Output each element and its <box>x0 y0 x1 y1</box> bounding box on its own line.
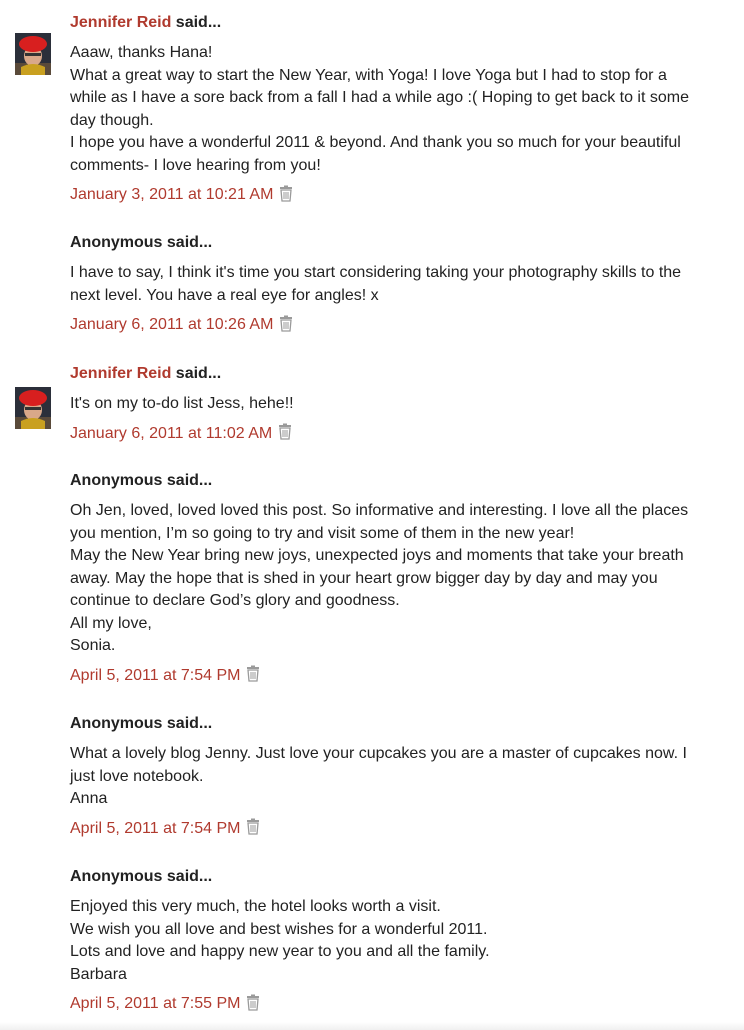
author-name: Anonymous <box>70 868 163 885</box>
comment-meta: January 6, 2011 at 11:02 AM <box>70 423 710 444</box>
comment-line: Oh Jen, loved, loved loved this post. So… <box>70 502 689 519</box>
comment-line: We wish you all love and best wishes for… <box>70 920 488 938</box>
comment-line: just love notebook. <box>70 767 204 785</box>
author-link[interactable]: Jennifer Reid <box>70 14 171 31</box>
page-bottom-edge <box>0 1022 744 1030</box>
comment-line: It's on my to-do list Jess, hehe!! <box>70 395 294 412</box>
comment-line: while as I have a sore back from a fall … <box>70 89 689 106</box>
comment-body: What a lovely blog Jenny. Just love your… <box>70 743 710 811</box>
comment-line: Enjoyed this very much, the hotel looks … <box>70 898 441 915</box>
comment-author-line: Anonymous said... <box>70 471 710 491</box>
comment-timestamp-link[interactable]: April 5, 2011 at 7:54 PM <box>70 666 240 686</box>
comment-line: All my love, <box>70 614 152 632</box>
comment: Anonymous said... What a lovely blog Jen… <box>70 714 710 839</box>
comment-author-line: Jennifer Reid said... <box>70 13 710 33</box>
comment-author-line: Anonymous said... <box>70 233 710 253</box>
comment-line: What a great way to start the New Year, … <box>70 66 667 84</box>
said-label: said... <box>162 472 213 489</box>
comment-author-line: Anonymous said... <box>70 714 710 734</box>
comment-line: What a lovely blog Jenny. Just love your… <box>70 745 687 762</box>
trash-icon[interactable] <box>245 818 261 835</box>
author-name: Anonymous <box>70 472 163 489</box>
said-label: said... <box>162 868 213 885</box>
avatar[interactable] <box>15 387 51 429</box>
comment-body: Enjoyed this very much, the hotel looks … <box>70 896 710 986</box>
avatar-image <box>15 33 51 75</box>
author-name: Anonymous <box>70 234 163 251</box>
comment-line: continue to declare God’s glory and good… <box>70 592 400 609</box>
comment: Anonymous said... Oh Jen, loved, loved l… <box>70 471 710 686</box>
comment-line: next level. You have a real eye for angl… <box>70 286 379 304</box>
trash-icon[interactable] <box>278 315 294 332</box>
comment-body: Oh Jen, loved, loved loved this post. So… <box>70 500 710 658</box>
comment-line: Aaaw, thanks Hana! <box>70 44 213 61</box>
author-name: Anonymous <box>70 715 163 732</box>
comment-meta: April 5, 2011 at 7:54 PM <box>70 665 710 686</box>
comment: Jennifer Reid said... It's on my to-do l… <box>70 364 710 444</box>
said-label: said... <box>171 365 222 382</box>
comment-timestamp-link[interactable]: April 5, 2011 at 7:55 PM <box>70 994 240 1014</box>
trash-icon[interactable] <box>278 185 294 202</box>
comment-line: comments- I love hearing from you! <box>70 156 321 174</box>
comment-author-line: Anonymous said... <box>70 867 710 887</box>
comment: Anonymous said... Enjoyed this very much… <box>70 867 710 1014</box>
comment-line: Lots and love and happy new year to you … <box>70 943 490 960</box>
comment-timestamp-link[interactable]: April 5, 2011 at 7:54 PM <box>70 819 240 839</box>
comment-meta: January 3, 2011 at 10:21 AM <box>70 185 710 205</box>
comment-line: I have to say, I think it's time you sta… <box>70 264 682 281</box>
comment-body: Aaaw, thanks Hana! What a great way to s… <box>70 42 710 177</box>
comment-meta: April 5, 2011 at 7:54 PM <box>70 818 710 839</box>
comment-meta: January 6, 2011 at 10:26 AM <box>70 315 710 335</box>
comment-line: I hope you have a wonderful 2011 & beyon… <box>70 134 681 151</box>
comment-line: you mention, I’m so going to try and vis… <box>70 524 575 542</box>
trash-icon[interactable] <box>245 994 261 1011</box>
comment-timestamp-link[interactable]: January 6, 2011 at 11:02 AM <box>70 424 272 444</box>
comment: Anonymous said... I have to say, I think… <box>70 233 710 335</box>
comment-line: Barbara <box>70 965 127 983</box>
comment-body: It's on my to-do list Jess, hehe!! <box>70 393 710 416</box>
comment-timestamp-link[interactable]: January 6, 2011 at 10:26 AM <box>70 315 273 335</box>
comment-line: day though. <box>70 111 154 129</box>
trash-icon[interactable] <box>245 665 261 682</box>
said-label: said... <box>162 234 213 251</box>
author-link[interactable]: Jennifer Reid <box>70 365 171 382</box>
comment: Jennifer Reid said... Aaaw, thanks Hana!… <box>70 13 710 205</box>
avatar-image <box>15 387 51 429</box>
comment-body: I have to say, I think it's time you sta… <box>70 262 710 307</box>
comment-line: Sonia. <box>70 637 116 654</box>
comment-line: Anna <box>70 790 108 807</box>
comment-timestamp-link[interactable]: January 3, 2011 at 10:21 AM <box>70 185 273 205</box>
comment-line: May the New Year bring new joys, unexpec… <box>70 547 684 564</box>
comment-meta: April 5, 2011 at 7:55 PM <box>70 994 710 1014</box>
said-label: said... <box>162 715 213 732</box>
comment-author-line: Jennifer Reid said... <box>70 364 710 384</box>
avatar[interactable] <box>15 33 51 75</box>
comment-line: away. May the hope that is shed in your … <box>70 569 658 587</box>
trash-icon[interactable] <box>277 423 293 440</box>
said-label: said... <box>171 14 222 31</box>
